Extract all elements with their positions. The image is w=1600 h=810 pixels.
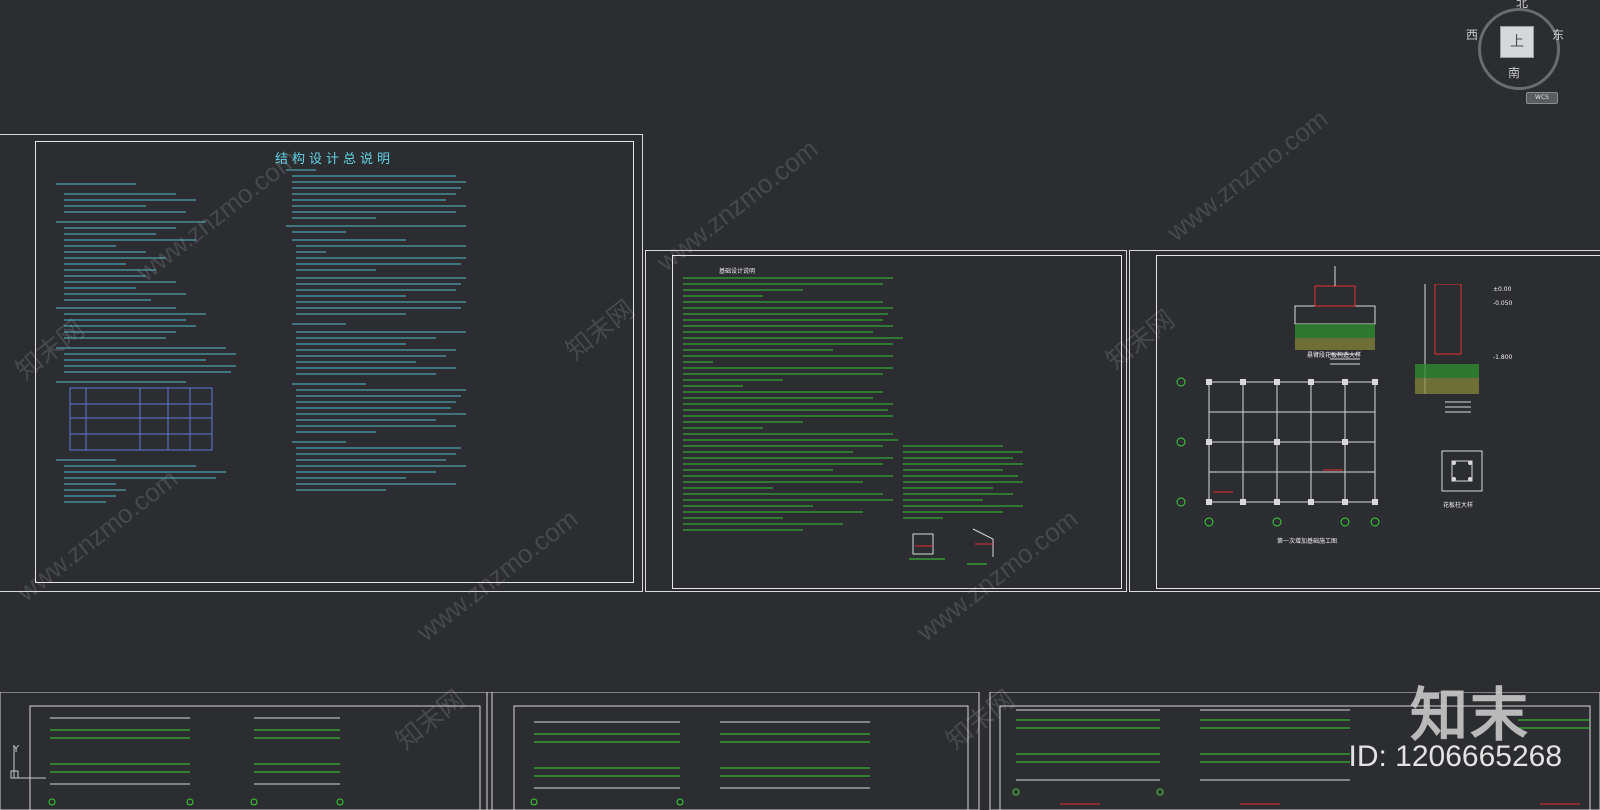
watermark-id: ID: 1206665268 — [1348, 740, 1562, 773]
plan-title: 第一次增加基础施工图 — [1277, 538, 1338, 545]
drawing-sheet-3[interactable]: 悬臂段花板构造大样 ±0.00 -0.050 -1.800 第一次增加基础施工图… — [1129, 250, 1600, 592]
wcs-menu-button[interactable]: WCS — [1526, 92, 1558, 104]
sheet-1-notes-left — [56, 183, 236, 503]
compass-south[interactable]: 南 — [1508, 64, 1520, 81]
elevation-label: -0.050 — [1493, 300, 1513, 307]
drawing-sheet-1[interactable]: 结构设计总说明 — [0, 134, 643, 592]
sheet-1-title: 结构设计总说明 — [274, 152, 394, 167]
sheet-3-frame: 悬臂段花板构造大样 ±0.00 -0.050 -1.800 第一次增加基础施工图… — [1156, 255, 1600, 589]
sheet-2-frame: 基础设计说明 — [672, 255, 1122, 589]
foundation-plan — [1176, 377, 1380, 527]
ucs-y-label: Y — [13, 744, 20, 755]
cantilever-detail-title: 悬臂段花板构造大样 — [1307, 352, 1362, 359]
sheet-2-notes — [683, 277, 1023, 565]
elevation-label: ±0.00 — [1493, 286, 1512, 293]
compass-west[interactable]: 西 — [1466, 26, 1478, 43]
watermark-text: www.znzmo.com — [1161, 103, 1334, 247]
viewcube[interactable]: 上 — [1478, 8, 1562, 92]
compass-north[interactable]: 北 — [1516, 0, 1528, 11]
sheet-1-frame: 结构设计总说明 — [35, 141, 634, 583]
sheet-1-notes-right — [286, 169, 466, 491]
column-detail-title: 花板柱大样 — [1443, 502, 1474, 509]
compass-east[interactable]: 东 — [1552, 26, 1564, 43]
viewcube-top-face[interactable]: 上 — [1500, 26, 1534, 58]
column-detail — [1441, 450, 1483, 492]
section-detail — [1415, 284, 1479, 413]
drawing-sheet-2[interactable]: 基础设计说明 — [645, 250, 1127, 592]
elevation-label: -1.800 — [1493, 354, 1513, 361]
